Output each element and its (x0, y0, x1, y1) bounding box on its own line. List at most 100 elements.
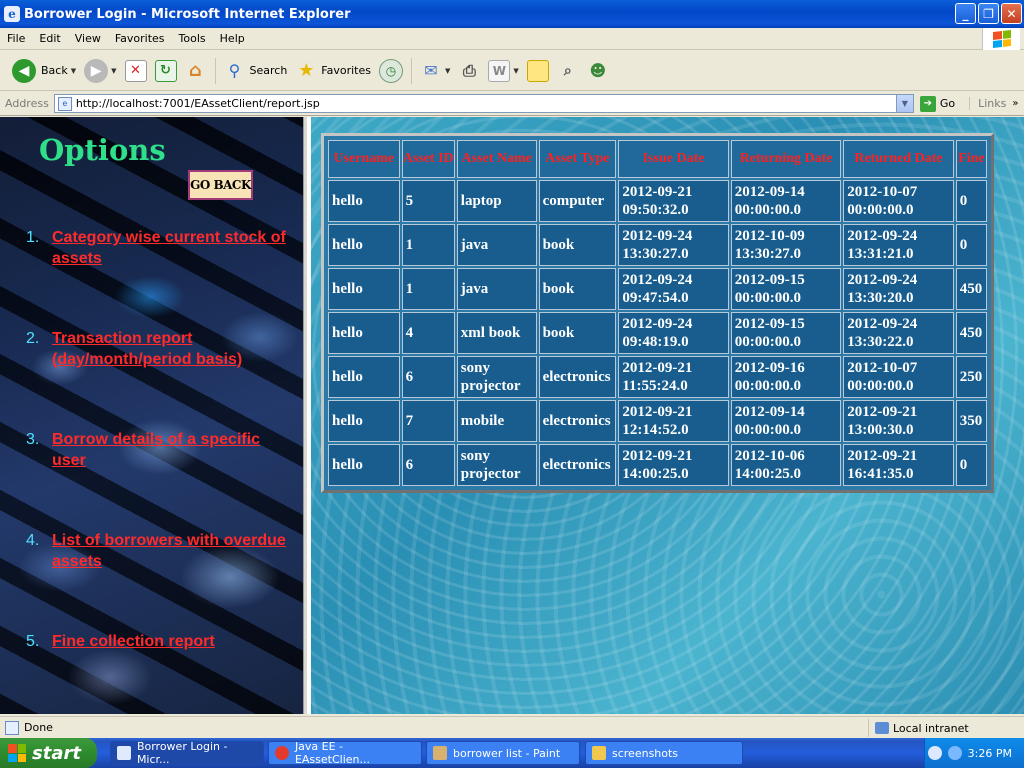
table-row: hello 6 sony projector electronics 2012-09-2… (328, 356, 987, 398)
address-bar: Address e http://localhost:7001/EAssetCl… (0, 92, 1024, 116)
returning-date-cell: 2012-09-15 00:00:00.0 (730, 268, 842, 310)
back-button[interactable]: ◀ Back ▼ (8, 55, 80, 87)
favorites-button[interactable]: ★ Favorites (291, 55, 375, 87)
status-bar: Done Local intranet (0, 716, 1024, 738)
research-button[interactable]: ⌕ (553, 55, 583, 87)
minimize-button[interactable]: _ (955, 3, 976, 24)
option-link-fine-collection[interactable]: Fine collection report (52, 631, 292, 652)
table-row: hello 1 java book 2012-09-24 13:30:27.0 2012-… (328, 224, 987, 266)
issue-date-cell: 2012-09-21 14:00:25.0 (618, 444, 729, 486)
address-dropdown-icon[interactable]: ▼ (895, 95, 913, 112)
asset-type-cell: electronics (538, 400, 617, 442)
favorites-label: Favorites (321, 64, 371, 77)
option-item: 1. Category wise current stock of assets (26, 227, 292, 269)
returned-date-cell: 2012-10-07 00:00:00.0 (843, 356, 954, 398)
refresh-button[interactable]: ↻ (151, 55, 181, 87)
menu-help[interactable]: Help (213, 32, 252, 45)
address-input[interactable]: e http://localhost:7001/EAssetClient/rep… (53, 94, 914, 113)
returned-date-cell: 2012-09-24 13:30:20.0 (843, 268, 954, 310)
menu-favorites[interactable]: Favorites (108, 32, 172, 45)
frame-divider[interactable] (303, 117, 307, 714)
home-button[interactable]: ⌂ (181, 55, 211, 87)
window-controls: _ ❐ ✕ (955, 3, 1022, 24)
issue-date-cell: 2012-09-24 13:30:27.0 (618, 224, 729, 266)
menu-edit[interactable]: Edit (32, 32, 67, 45)
search-icon: ⚲ (228, 61, 241, 80)
menu-tools[interactable]: Tools (172, 32, 213, 45)
asset-id-cell: 1 (401, 268, 455, 310)
issue-date-cell: 2012-09-21 09:50:32.0 (618, 180, 729, 222)
asset-type-cell: book (538, 224, 617, 266)
star-icon: ★ (298, 60, 315, 81)
links-toolbar[interactable]: Links (969, 97, 1006, 110)
discuss-button[interactable] (523, 55, 553, 87)
option-link-category-stock[interactable]: Category wise current stock of assets (52, 227, 292, 269)
tray-network-icon[interactable] (947, 746, 962, 760)
close-button[interactable]: ✕ (1001, 3, 1022, 24)
start-button[interactable]: start (0, 738, 97, 768)
task-screenshots[interactable]: screenshots (585, 741, 743, 765)
edit-button[interactable]: W ▼ (484, 55, 522, 87)
option-link-transaction-report[interactable]: Transaction report (day/month/period bas… (52, 328, 292, 370)
folder-icon (592, 746, 606, 760)
task-borrower-login[interactable]: Borrower Login - Micr... (110, 740, 264, 766)
header-asset-id: Asset ID (401, 140, 455, 178)
asset-name-cell: laptop (456, 180, 537, 222)
go-button[interactable]: ➔ Go (919, 95, 955, 112)
username-cell: hello (328, 356, 400, 398)
search-button[interactable]: ⚲ Search (220, 55, 292, 87)
table-body: hello 5 laptop computer 2012-09-21 09:50:32.… (328, 180, 987, 486)
options-title: Options (39, 133, 166, 167)
messenger-button[interactable]: ☻ (583, 55, 613, 87)
header-issue-date: Issue Date (618, 140, 729, 178)
window-title: Borrower Login - Microsoft Internet Expl… (24, 6, 351, 22)
returning-date-cell: 2012-10-06 14:00:25.0 (730, 444, 842, 486)
returning-date-cell: 2012-09-14 00:00:00.0 (730, 180, 842, 222)
option-number: 3. (26, 431, 40, 448)
clock[interactable]: 3:26 PM (968, 747, 1012, 760)
paint-icon (433, 746, 447, 760)
fine-cell: 0 (955, 444, 987, 486)
mail-button[interactable]: ✉ ▼ (416, 55, 454, 87)
forward-button[interactable]: ▶ ▼ (80, 55, 120, 87)
mail-dropdown-icon[interactable]: ▼ (445, 67, 450, 75)
tray-arrow-icon[interactable] (927, 746, 942, 760)
menu-view[interactable]: View (68, 32, 108, 45)
header-returning-date: Returning Date (730, 140, 842, 178)
header-asset-type: Asset Type (538, 140, 617, 178)
address-label: Address (5, 97, 49, 110)
asset-id-cell: 7 (401, 400, 455, 442)
status-text: Done (24, 721, 53, 734)
option-link-borrow-details[interactable]: Borrow details of a specific user (52, 429, 292, 471)
maximize-button[interactable]: ❐ (978, 3, 999, 24)
edit-icon: W (488, 59, 511, 82)
ie-icon (117, 746, 131, 760)
forward-dropdown-icon[interactable]: ▼ (111, 67, 116, 75)
chevron-right-icon[interactable]: » (1012, 98, 1018, 109)
issue-date-cell: 2012-09-21 12:14:52.0 (618, 400, 729, 442)
task-java-ee[interactable]: Java EE - EAssetClien... (268, 740, 422, 766)
stop-button[interactable]: ✕ (121, 55, 151, 87)
header-asset-name: Asset Name (456, 140, 537, 178)
toolbar-separator (214, 57, 216, 84)
table-row: hello 1 java book 2012-09-24 09:47:54.0 2012-… (328, 268, 987, 310)
history-button[interactable]: ◷ (375, 55, 407, 87)
address-url[interactable]: http://localhost:7001/EAssetClient/repor… (76, 97, 320, 110)
asset-name-cell: mobile (456, 400, 537, 442)
asset-type-cell: electronics (538, 356, 617, 398)
fine-cell: 0 (955, 180, 987, 222)
back-dropdown-icon[interactable]: ▼ (71, 67, 76, 75)
mail-icon: ✉ (424, 61, 438, 80)
edit-dropdown-icon[interactable]: ▼ (513, 67, 518, 75)
menu-file[interactable]: File (0, 32, 32, 45)
task-label: borrower list - Paint (453, 746, 561, 760)
start-label: start (32, 742, 81, 764)
issue-date-cell: 2012-09-21 11:55:24.0 (618, 356, 729, 398)
toolbar-separator (411, 57, 412, 84)
option-item: 3. Borrow details of a specific user (26, 429, 292, 471)
option-link-overdue-borrowers[interactable]: List of borrowers with overdue assets (52, 530, 292, 572)
eclipse-icon (275, 746, 289, 760)
go-back-button[interactable]: GO BACK (188, 170, 253, 200)
task-paint[interactable]: borrower list - Paint (426, 741, 580, 765)
print-button[interactable]: ⎙ (454, 55, 484, 87)
